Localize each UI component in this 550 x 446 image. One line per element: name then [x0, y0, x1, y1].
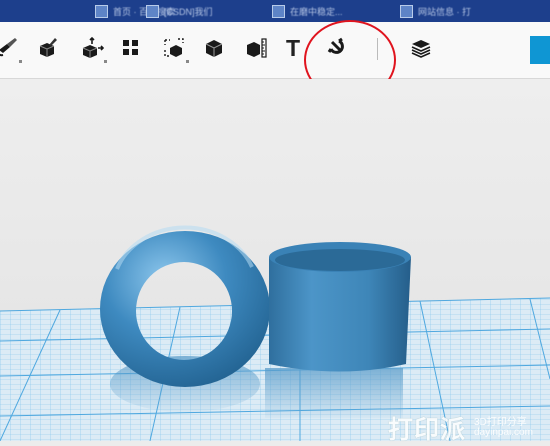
cylinder-tube-object[interactable]: [269, 242, 411, 372]
browser-tab-bar: 首页 · 百度搜索 [CSDN]我们 在磨中稳定... 网站信息 · 打: [0, 0, 550, 22]
group-objects-icon: [123, 40, 138, 55]
submenu-indicator: [19, 60, 22, 63]
page-favicon-icon: [400, 4, 413, 18]
page-favicon-icon: [272, 4, 285, 18]
measure-tool-button[interactable]: [243, 35, 269, 61]
snap-tool-button[interactable]: [325, 35, 351, 61]
settings-panel-button[interactable]: [530, 36, 550, 64]
measure-ruler-icon: [247, 38, 267, 58]
solid-tool-button[interactable]: [201, 35, 227, 61]
3d-viewport[interactable]: [0, 79, 550, 441]
tab-label: [CSDN]我们: [164, 6, 213, 17]
paint-brush-icon: [39, 38, 57, 57]
watermark-url: dayinpai.com: [474, 427, 533, 438]
mesh-select-tool-button[interactable]: [161, 35, 189, 63]
mesh-select-icon: [164, 38, 184, 57]
site-watermark: 打印派 3D打印分享 dayinpai.com: [388, 410, 550, 444]
smooth-brush-icon: [0, 38, 17, 57]
text-tool-button[interactable]: T: [280, 35, 306, 61]
text-icon: T: [285, 34, 301, 61]
browser-tab[interactable]: 在磨中稳定...: [272, 3, 343, 19]
watermark-tagline: 3D打印分享: [474, 417, 527, 428]
tab-label: 在磨中稳定...: [290, 6, 343, 17]
page-favicon-icon: [146, 4, 159, 18]
magnet-snap-icon: [327, 37, 344, 54]
cylinder-reflection: [265, 368, 403, 418]
group-tool-button[interactable]: [118, 35, 144, 61]
submenu-indicator: [104, 60, 107, 63]
layers-tool-button[interactable]: [408, 35, 434, 61]
page-favicon-icon: [95, 4, 108, 18]
smooth-brush-tool-button[interactable]: [0, 35, 22, 63]
paint-tool-button[interactable]: [34, 35, 60, 61]
transform-tool-button[interactable]: [79, 35, 107, 63]
browser-tab[interactable]: [CSDN]我们: [146, 3, 213, 19]
layer-stack-icon: [411, 40, 431, 58]
main-toolbar: T: [0, 22, 550, 79]
browser-tab[interactable]: 网站信息 · 打: [400, 3, 471, 19]
tab-label: 网站信息 · 打: [418, 6, 471, 17]
submenu-indicator: [186, 60, 189, 63]
transform-move-icon: [82, 36, 104, 58]
toolbar-separator: [377, 38, 378, 60]
solid-cube-icon: [205, 40, 223, 57]
